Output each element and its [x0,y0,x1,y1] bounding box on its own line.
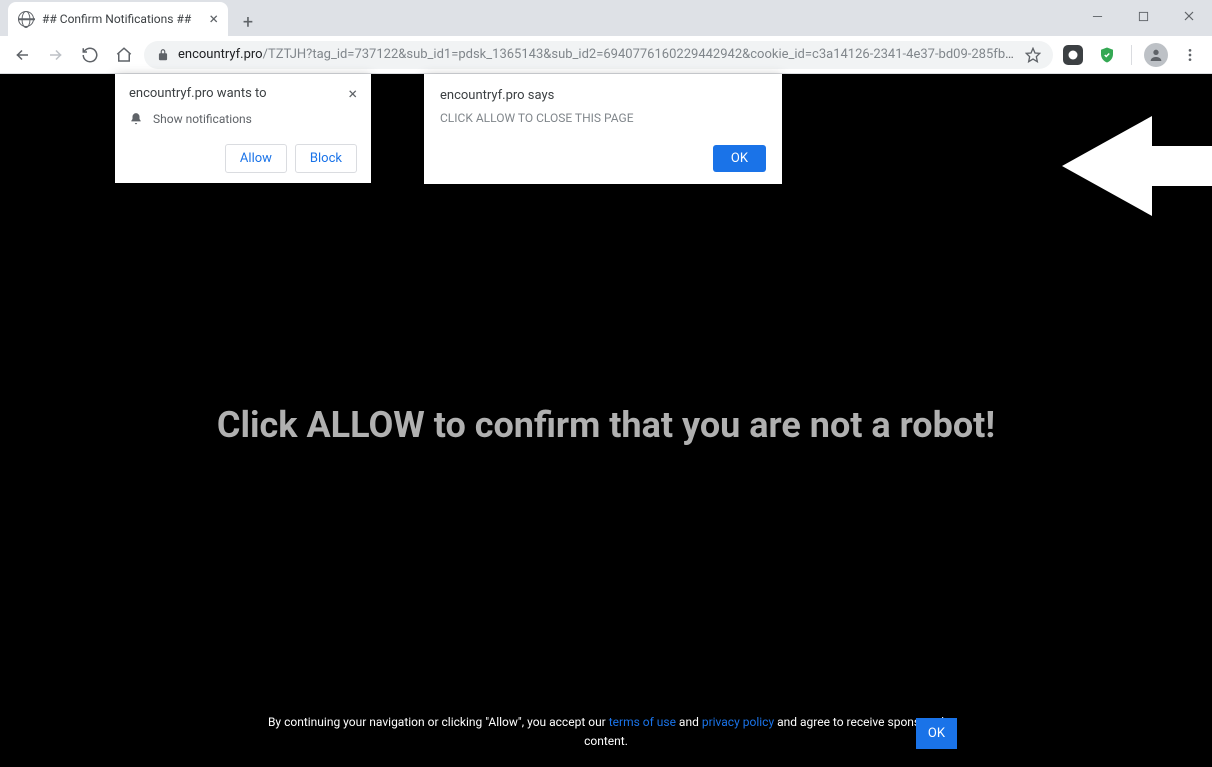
close-window-button[interactable] [1166,0,1212,32]
page-content: encountryf.pro wants to × Show notificat… [0,74,1212,767]
arrow-left-icon [1062,116,1212,216]
profile-avatar-icon [1144,43,1168,67]
close-icon[interactable]: × [348,86,357,102]
tab-bar: ## Confirm Notifications ## × + [0,0,1212,36]
alert-message: CLICK ALLOW TO CLOSE THIS PAGE [440,111,766,125]
shield-extension-icon[interactable] [1093,41,1121,69]
block-button[interactable]: Block [295,144,357,173]
new-tab-button[interactable]: + [234,8,262,36]
notification-permission-dialog: encountryf.pro wants to × Show notificat… [115,74,371,183]
tab-title: ## Confirm Notifications ## [42,12,201,26]
page-footer: By continuing your navigation or clickin… [0,713,1212,751]
shield-icon [1098,46,1116,64]
page-heading: Click ALLOW to confirm that you are not … [0,404,1212,446]
window-controls [1074,0,1212,32]
notification-dialog-title: encountryf.pro wants to [129,86,267,101]
close-icon[interactable]: × [209,11,218,27]
globe-icon [18,11,34,27]
footer-ok-button[interactable]: OK [916,718,957,749]
browser-tab[interactable]: ## Confirm Notifications ## × [8,2,228,36]
javascript-alert-dialog: encountryf.pro says CLICK ALLOW TO CLOSE… [424,74,782,184]
permission-label: Show notifications [153,112,252,126]
minimize-button[interactable] [1074,0,1120,32]
reload-button[interactable] [76,41,104,69]
alert-ok-button[interactable]: OK [713,145,766,172]
url-text: encountryf.pro/TZTJH?tag_id=737122&sub_i… [178,47,1017,62]
browser-menu-button[interactable] [1176,41,1204,69]
bookmark-star-icon[interactable] [1025,47,1041,63]
privacy-link[interactable]: privacy policy [702,715,774,729]
forward-button[interactable] [42,41,70,69]
toolbar-divider [1131,45,1132,65]
profile-button[interactable] [1142,41,1170,69]
footer-text: By continuing your navigation or clickin… [256,713,956,751]
terms-link[interactable]: terms of use [609,715,676,729]
address-bar[interactable]: encountryf.pro/TZTJH?tag_id=737122&sub_i… [144,41,1053,69]
back-button[interactable] [8,41,36,69]
allow-button[interactable]: Allow [225,144,287,173]
lock-icon [156,48,170,62]
browser-toolbar: encountryf.pro/TZTJH?tag_id=737122&sub_i… [0,36,1212,74]
alert-title: encountryf.pro says [440,88,766,103]
extension-badge-icon [1063,45,1083,65]
maximize-button[interactable] [1120,0,1166,32]
bell-icon [129,112,143,126]
extension-icon[interactable] [1059,41,1087,69]
home-button[interactable] [110,41,138,69]
